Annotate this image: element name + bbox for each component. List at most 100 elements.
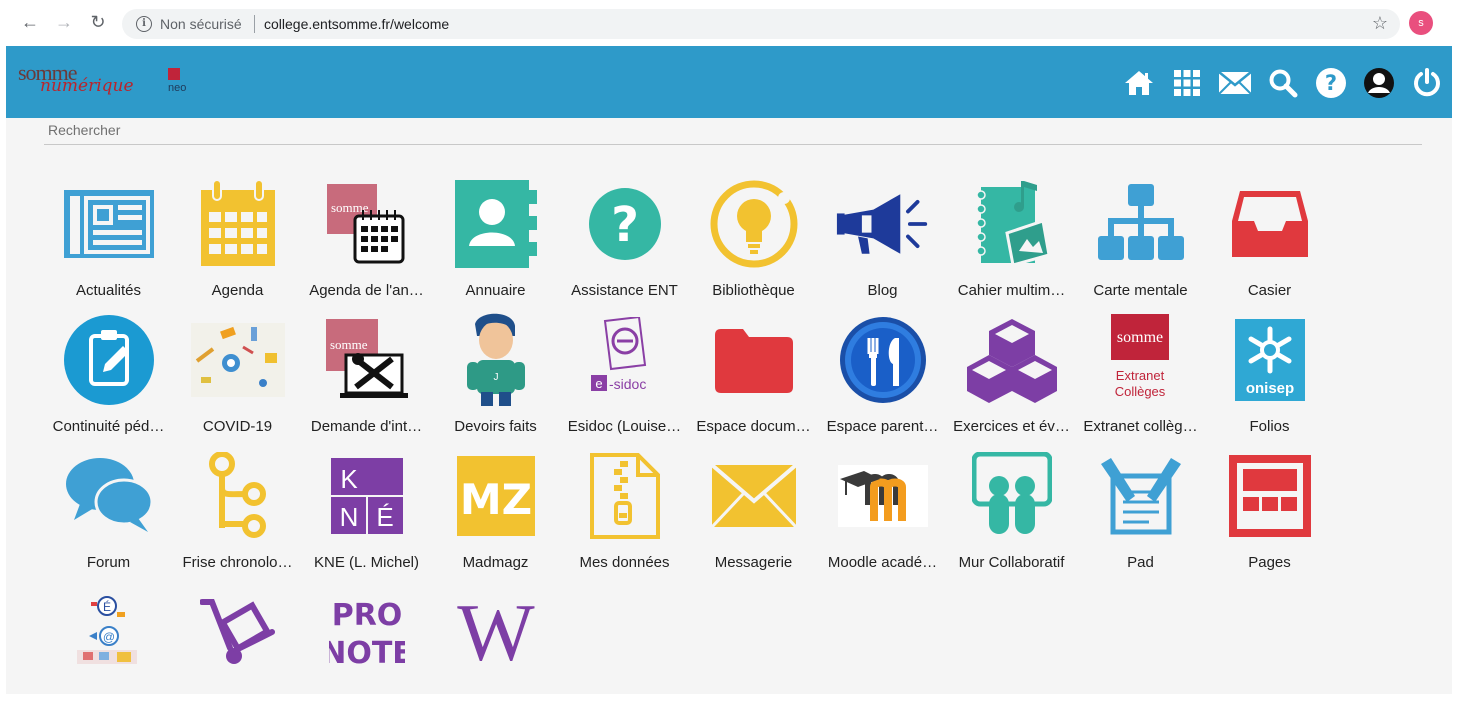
app-tile[interactable]: Espace docum… xyxy=(689,312,818,448)
pages-icon xyxy=(1222,448,1318,544)
help-icon[interactable]: ? xyxy=(1312,66,1350,100)
app-label: Mes données xyxy=(579,554,670,571)
year-calendar-icon: somme xyxy=(319,176,415,272)
app-label: Extranet collèg… xyxy=(1083,418,1198,435)
extranet-line1: Extranet xyxy=(1115,368,1164,383)
clipboard-pencil-icon xyxy=(61,312,157,408)
security-status: Non sécurisé xyxy=(160,16,242,32)
timeline-icon xyxy=(190,448,286,544)
hand-truck-icon xyxy=(190,584,286,680)
lightbulb-icon xyxy=(706,176,802,272)
url-text[interactable]: college.entsomme.fr/welcome xyxy=(264,16,449,32)
madmagz-icon: MZ xyxy=(448,448,544,544)
app-tile[interactable]: Agenda xyxy=(173,176,302,312)
app-tile[interactable]: É @ xyxy=(44,584,173,720)
app-label: Moodle acadé… xyxy=(827,554,938,571)
app-tile[interactable]: Mur Collaboratif xyxy=(947,448,1076,584)
app-label: KNE (L. Michel) xyxy=(313,554,420,571)
svg-text:@: @ xyxy=(102,630,114,644)
app-label: Folios xyxy=(1249,418,1290,435)
app-tile[interactable]: Actualités xyxy=(44,176,173,312)
app-tile[interactable]: J Devoirs faits xyxy=(431,312,560,448)
app-tile[interactable]: KNÉ KNE (L. Michel) xyxy=(302,448,431,584)
pronote-icon: PRO NOTE xyxy=(319,584,415,680)
power-icon[interactable] xyxy=(1408,66,1446,100)
pronote-line2: NOTE xyxy=(329,636,405,669)
app-tile[interactable]: Casier xyxy=(1205,176,1334,312)
svg-text:É: É xyxy=(102,599,110,614)
app-label: Frise chronolo… xyxy=(182,554,293,571)
app-tile[interactable]: Blog xyxy=(818,176,947,312)
app-label: Agenda de l'an… xyxy=(309,282,424,299)
kne-e: É xyxy=(376,502,393,532)
somme-text: somme xyxy=(1116,329,1162,346)
svg-text:e: e xyxy=(595,376,602,391)
pronote-line1: PRO xyxy=(331,598,402,633)
kne-icon: KNÉ xyxy=(319,448,415,544)
app-tile[interactable]: Cahier multim… xyxy=(947,176,1076,312)
app-tile[interactable]: Continuité péd… xyxy=(44,312,173,448)
home-icon[interactable] xyxy=(1120,66,1158,100)
app-tile[interactable]: somme Extranet Collèges Extranet collèg… xyxy=(1076,312,1205,448)
reload-icon[interactable]: ↻ xyxy=(86,10,110,34)
onisep-text: onisep xyxy=(1245,380,1293,397)
apps-grid-icon[interactable] xyxy=(1168,66,1206,100)
divider xyxy=(254,15,255,33)
app-tile[interactable]: Exercices et év… xyxy=(947,312,1076,448)
app-tile[interactable] xyxy=(173,584,302,720)
search-bar xyxy=(44,118,1430,145)
extranet-logo-icon: somme Extranet Collèges xyxy=(1093,312,1189,408)
app-label: Annuaire xyxy=(465,282,526,299)
somme-text: somme xyxy=(330,337,368,352)
app-tile[interactable]: Pages xyxy=(1205,448,1334,584)
app-label: Mur Collaboratif xyxy=(958,554,1065,571)
app-tile[interactable]: COVID-19 xyxy=(173,312,302,448)
app-tile[interactable]: Espace parent… xyxy=(818,312,947,448)
app-tile[interactable]: MZ Madmagz xyxy=(431,448,560,584)
extranet-line2: Collèges xyxy=(1114,384,1165,399)
cubes-icon xyxy=(964,312,1060,408)
mail-network-icon: É @ xyxy=(61,584,157,680)
app-label: Agenda xyxy=(211,282,264,299)
app-tile[interactable]: Forum xyxy=(44,448,173,584)
app-tile[interactable]: onisep Folios xyxy=(1205,312,1334,448)
user-icon[interactable] xyxy=(1360,66,1398,100)
bookmark-star-icon[interactable]: ☆ xyxy=(1372,13,1388,34)
folder-icon xyxy=(706,312,802,408)
app-tile[interactable]: ? Assistance ENT xyxy=(560,176,689,312)
app-tile[interactable]: somme Agenda de l'an… xyxy=(302,176,431,312)
app-label: Demande d'int… xyxy=(310,418,423,435)
app-tile[interactable]: Bibliothèque xyxy=(689,176,818,312)
app-tile[interactable]: Frise chronolo… xyxy=(173,448,302,584)
app-page: somme numérique neo ? Rechercher Actuali… xyxy=(6,46,1452,694)
app-label: Blog xyxy=(867,282,898,299)
app-tile[interactable]: Pad xyxy=(1076,448,1205,584)
app-tile[interactable]: W xyxy=(431,584,560,720)
app-tile[interactable]: Carte mentale xyxy=(1076,176,1205,312)
profile-avatar[interactable]: s xyxy=(1409,11,1433,35)
contacts-book-icon xyxy=(448,176,544,272)
app-tile[interactable]: e -sidoc Esidoc (Louise… xyxy=(560,312,689,448)
app-tile[interactable]: Annuaire xyxy=(431,176,560,312)
info-icon[interactable]: i xyxy=(136,16,152,32)
header-icons: ? xyxy=(1120,66,1446,100)
app-tile[interactable]: PRO NOTE xyxy=(302,584,431,720)
svg-text:J: J xyxy=(493,372,498,383)
app-tile[interactable]: Messagerie xyxy=(689,448,818,584)
mail-icon[interactable] xyxy=(1216,66,1254,100)
somme-numerique-logo[interactable]: somme numérique neo xyxy=(18,60,198,102)
app-label: Casier xyxy=(1247,282,1292,299)
app-label: Esidoc (Louise… xyxy=(567,418,682,435)
app-tile[interactable]: Mes données xyxy=(560,448,689,584)
app-tile[interactable]: Moodle acadé… xyxy=(818,448,947,584)
calendar-icon xyxy=(190,176,286,272)
search-input[interactable] xyxy=(44,118,1430,142)
search-icon[interactable] xyxy=(1264,66,1302,100)
wikipedia-icon: W xyxy=(448,584,544,680)
app-label: Espace docum… xyxy=(696,418,811,435)
app-tile[interactable]: somme Demande d'int… xyxy=(302,312,431,448)
forward-arrow-icon[interactable]: → xyxy=(52,10,76,34)
address-bar[interactable]: i Non sécurisé college.entsomme.fr/welco… xyxy=(122,9,1400,39)
back-arrow-icon[interactable]: ← xyxy=(18,10,42,34)
svg-text:?: ? xyxy=(1325,71,1337,95)
